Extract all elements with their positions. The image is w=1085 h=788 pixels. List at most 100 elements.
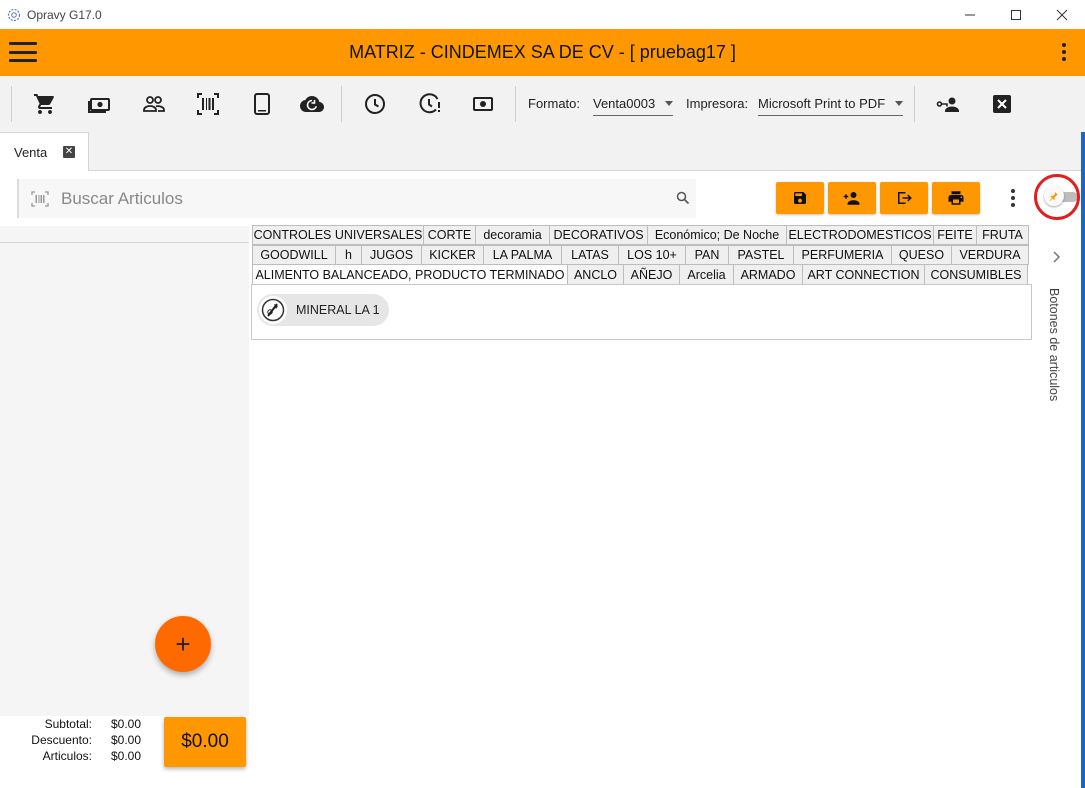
formato-value: Venta0003 xyxy=(593,96,656,111)
impresora-value: Microsoft Print to PDF xyxy=(758,96,886,111)
article-buttons-sidepanel[interactable]: Botones de articulos xyxy=(1038,240,1074,440)
category-tab[interactable]: VERDURA xyxy=(952,245,1029,265)
search-input[interactable]: Buscar Articulos xyxy=(61,189,183,209)
more-vert-icon[interactable] xyxy=(1061,43,1067,61)
tab-venta[interactable]: Venta ✕ xyxy=(0,132,89,171)
category-tab[interactable]: h xyxy=(336,245,362,265)
search-bar[interactable]: Buscar Articulos xyxy=(17,179,696,218)
total-pay-button[interactable]: $0.00 xyxy=(164,717,246,767)
formato-label: Formato: xyxy=(528,96,581,111)
window-title: Opravy G17.0 xyxy=(27,7,102,22)
category-tab[interactable]: FRUTA xyxy=(977,225,1029,245)
people-icon[interactable] xyxy=(142,92,166,116)
panel-divider xyxy=(0,242,249,243)
category-tab[interactable]: PERFUMERIA xyxy=(794,245,892,265)
exit-button[interactable] xyxy=(880,182,928,214)
add-item-fab[interactable]: + xyxy=(155,616,211,672)
cash-icon[interactable] xyxy=(88,92,112,116)
category-tab[interactable]: ARMADO xyxy=(734,264,803,285)
cart-icon[interactable] xyxy=(33,92,57,116)
minimize-icon[interactable] xyxy=(947,0,993,29)
toolbar-divider xyxy=(341,86,342,122)
sale-items-panel: + xyxy=(0,226,249,788)
main-toolbar: Formato: Venta0003 Impresora: Microsoft … xyxy=(0,76,1085,132)
exit-icon xyxy=(898,192,912,204)
sidepanel-label: Botones de articulos xyxy=(1047,288,1061,402)
category-items-panel: MINERAL LA 1 xyxy=(251,284,1032,340)
category-tab[interactable]: GOODWILL xyxy=(252,245,336,265)
cloud-sync-icon[interactable] xyxy=(300,92,324,116)
category-tab[interactable]: KICKER xyxy=(422,245,484,265)
category-tab[interactable]: DECORATIVOS xyxy=(550,225,648,245)
search-icon[interactable] xyxy=(676,191,690,205)
toolbar-divider xyxy=(515,86,516,122)
category-tab[interactable]: JUGOS xyxy=(362,245,422,265)
app-bar-title: MATRIZ - CINDEMEX SA DE CV - [ pruebag17… xyxy=(349,42,736,62)
product-chip-label: MINERAL LA 1 xyxy=(296,303,380,317)
category-tab[interactable]: PASTEL xyxy=(729,245,794,265)
maximize-icon[interactable] xyxy=(993,0,1039,29)
articulos-label: Articulos: xyxy=(42,749,92,763)
category-tabs-row3: ALIMENTO BALANCEADO, PRODUCTO TERMINADO … xyxy=(252,264,1028,285)
category-tabs-row1: CONTROLES UNIVERSALES CORTE decoramia DE… xyxy=(252,225,1029,245)
category-tab[interactable]: QUESO xyxy=(892,245,952,265)
close-tab-icon[interactable]: ✕ xyxy=(63,146,75,158)
category-tab-active[interactable]: ALIMENTO BALANCEADO, PRODUCTO TERMINADO xyxy=(252,264,568,285)
user-key-icon[interactable] xyxy=(936,92,960,116)
category-tab[interactable]: ELECTRODOMESTICOS xyxy=(787,225,934,245)
category-tab[interactable]: Económico; De Noche xyxy=(648,225,787,245)
money-icon[interactable] xyxy=(471,92,495,116)
hamburger-menu-icon[interactable] xyxy=(9,42,37,62)
formato-select[interactable]: Venta0003 xyxy=(593,90,673,116)
category-tabs-row2: GOODWILL h JUGOS KICKER LA PALMA LATAS L… xyxy=(252,245,1029,265)
print-icon xyxy=(948,191,964,205)
product-chip[interactable]: MINERAL LA 1 xyxy=(257,294,389,326)
category-tab[interactable]: CONSUMIBLES xyxy=(925,264,1028,285)
toolbar-divider xyxy=(11,86,12,122)
articulos-value: $0.00 xyxy=(111,749,142,763)
category-tab[interactable]: PAN xyxy=(686,245,729,265)
window-titlebar: Opravy G17.0 xyxy=(0,0,1085,29)
close-icon[interactable] xyxy=(1039,0,1085,29)
more-vert-icon[interactable] xyxy=(1010,189,1016,207)
category-tab[interactable]: FEITE xyxy=(934,225,977,245)
add-customer-button[interactable] xyxy=(828,182,876,214)
category-tab[interactable]: CONTROLES UNIVERSALES xyxy=(252,225,424,245)
category-tab[interactable]: ART CONNECTION xyxy=(803,264,925,285)
app-bar: MATRIZ - CINDEMEX SA DE CV - [ pruebag17… xyxy=(0,29,1085,76)
chevron-down-icon xyxy=(895,101,903,106)
category-tab[interactable]: ANCLO xyxy=(568,264,624,285)
barcode-icon[interactable] xyxy=(196,92,220,116)
app-window: Opravy G17.0 MATRIZ - CINDEMEX SA DE CV … xyxy=(0,0,1085,788)
impresora-select[interactable]: Microsoft Print to PDF xyxy=(758,90,903,116)
print-button[interactable] xyxy=(932,182,980,214)
clock-icon[interactable] xyxy=(363,92,387,116)
tablet-icon[interactable] xyxy=(250,92,274,116)
save-button[interactable] xyxy=(776,182,824,214)
chevron-right-icon[interactable] xyxy=(1049,250,1063,264)
category-tab[interactable]: AÑEJO xyxy=(624,264,680,285)
chevron-down-icon xyxy=(665,101,673,106)
impresora-label: Impresora: xyxy=(686,96,749,111)
subtotal-value: $0.00 xyxy=(111,717,142,731)
category-tab[interactable]: LATAS xyxy=(562,245,619,265)
tab-venta-label: Venta xyxy=(14,144,48,160)
toolbar-divider xyxy=(914,86,915,122)
subtotal-label: Subtotal: xyxy=(44,717,92,731)
descuento-value: $0.00 xyxy=(111,733,142,747)
descuento-label: Descuento: xyxy=(31,733,92,747)
barcode-scan-icon xyxy=(31,190,49,207)
category-tab[interactable]: CORTE xyxy=(424,225,476,245)
clock-alert-icon[interactable] xyxy=(418,92,442,116)
product-image-icon xyxy=(259,296,287,324)
add-user-icon xyxy=(843,192,860,205)
document-tabs: Venta ✕ xyxy=(0,132,1085,171)
category-tab[interactable]: LA PALMA xyxy=(484,245,562,265)
highlight-circle xyxy=(1034,174,1080,220)
close-box-icon[interactable] xyxy=(990,92,1014,116)
category-tab[interactable]: Arcelia xyxy=(680,264,734,285)
app-logo-icon xyxy=(7,8,21,22)
category-tab[interactable]: decoramia xyxy=(476,225,550,245)
window-edge xyxy=(1081,132,1085,788)
category-tab[interactable]: LOS 10+ xyxy=(619,245,686,265)
